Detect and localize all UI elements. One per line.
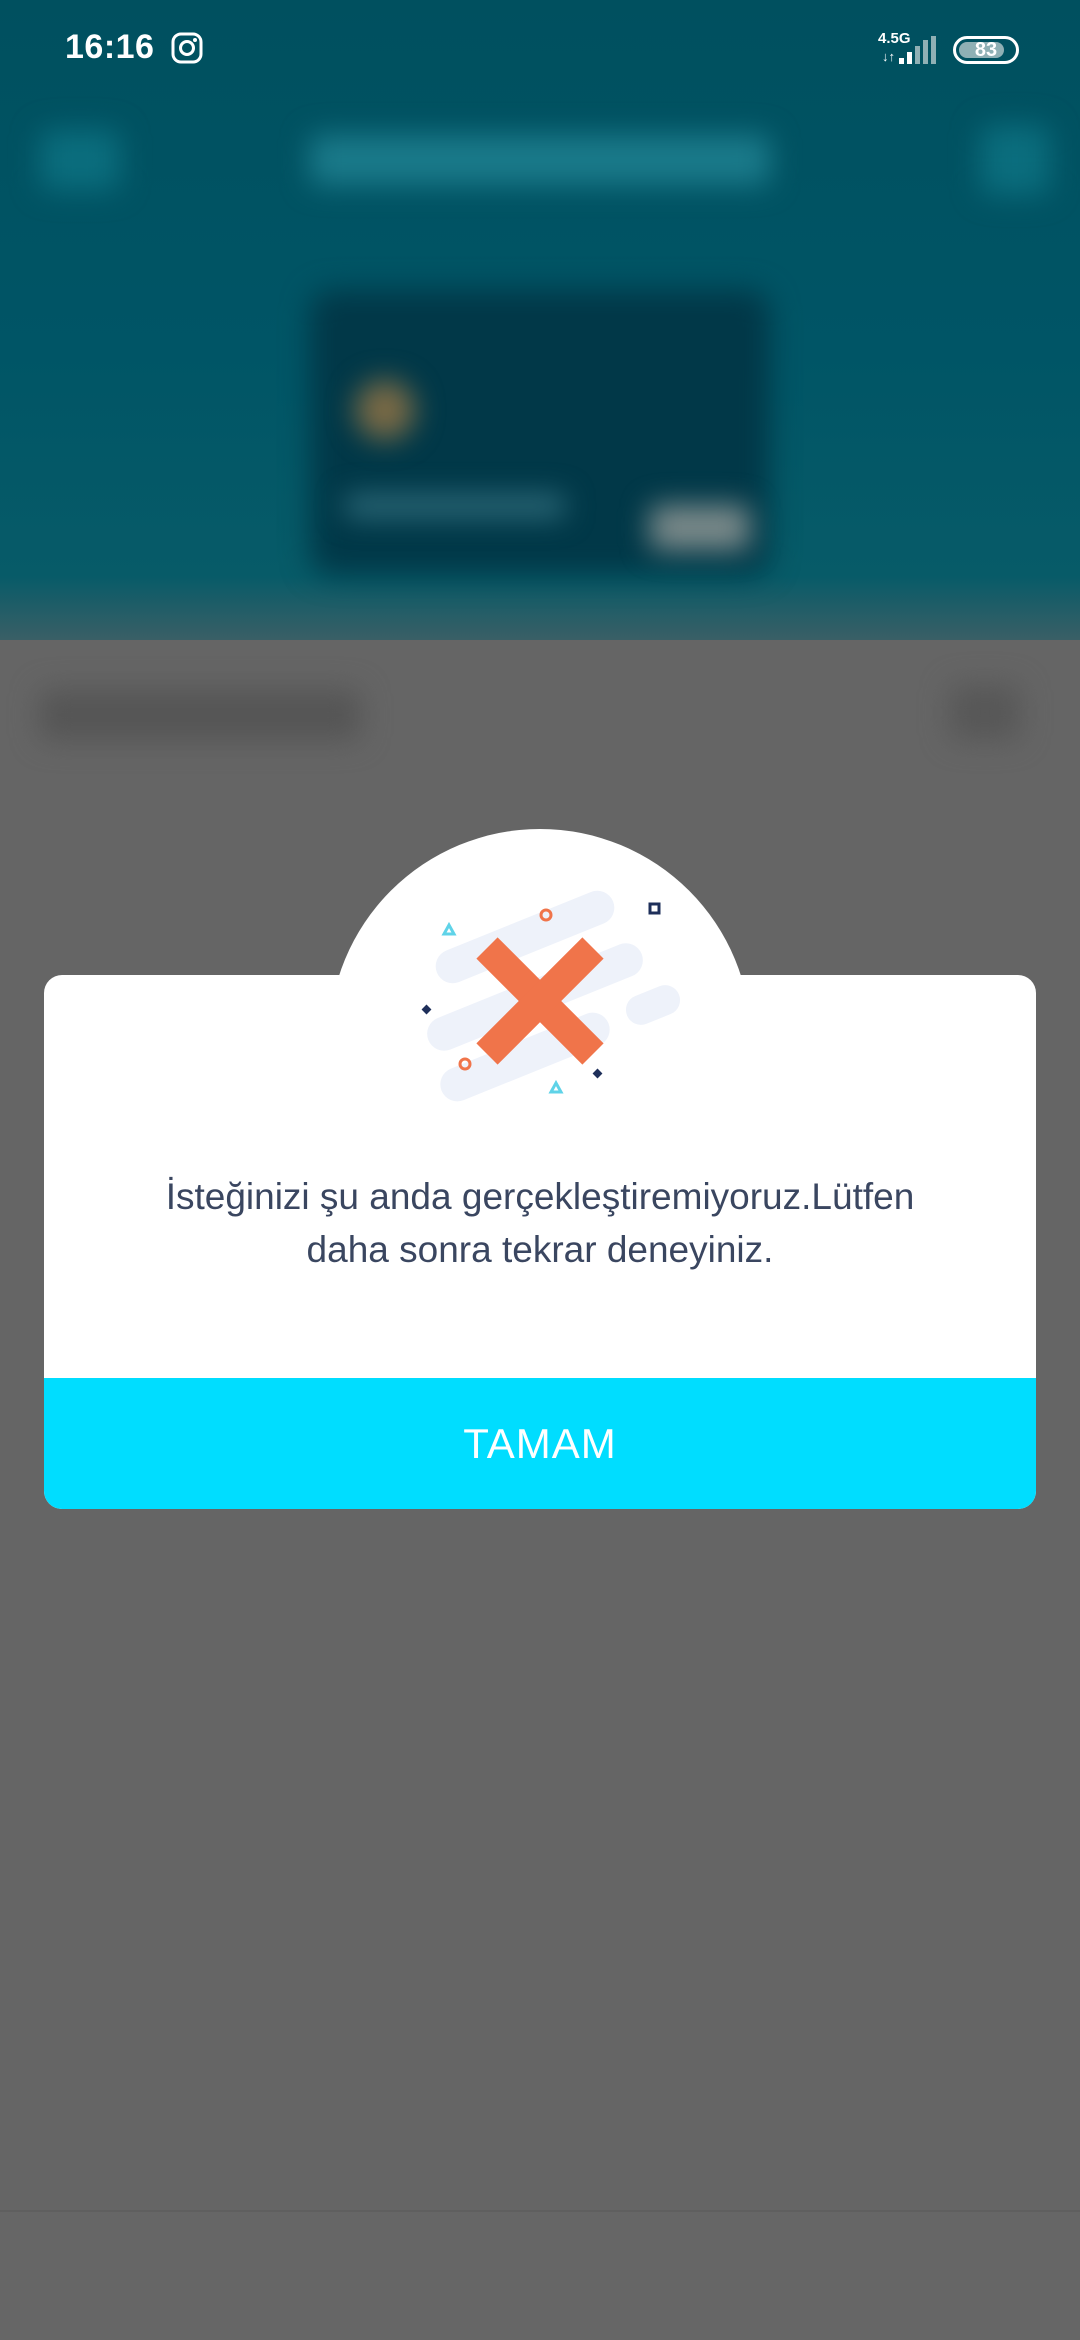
section-icon-blurred (950, 685, 1020, 740)
ok-button[interactable]: TAMAM (44, 1378, 1036, 1509)
header-title-blurred (310, 135, 770, 185)
battery-icon: 83 (953, 36, 1019, 64)
dialog-message: İsteğinizi şu anda gerçekleştiremiyoruz.… (90, 1170, 990, 1276)
profile-icon (980, 125, 1050, 195)
signal-strength-icon (899, 36, 936, 64)
error-x-icon (421, 890, 681, 1102)
status-bar: 16:16 4.5G ↓↑ 83 (0, 0, 1080, 100)
card-number-blurred (345, 495, 565, 517)
instagram-icon (171, 32, 203, 64)
section-title-blurred (40, 690, 360, 740)
dialog-message-line-1: İsteğinizi şu anda gerçekleştiremiyoruz.… (165, 1176, 915, 1217)
card-action-blurred (650, 505, 750, 550)
menu-icon (40, 130, 120, 190)
battery-level: 83 (974, 39, 998, 61)
bottom-navigation-bar (0, 2210, 1080, 2340)
dialog-message-line-2: daha sonra tekrar deneyiniz. (306, 1229, 774, 1270)
network-activity-icon: ↓↑ (882, 49, 895, 64)
card-chip-icon (355, 380, 415, 440)
status-time: 16:16 (65, 28, 155, 66)
